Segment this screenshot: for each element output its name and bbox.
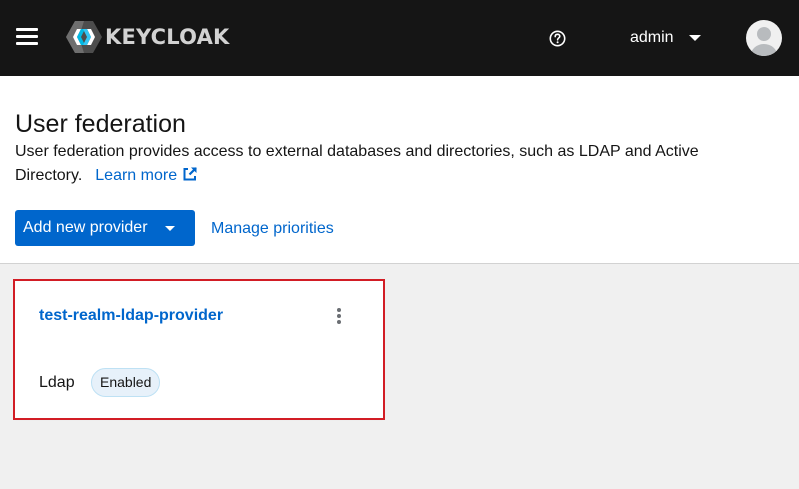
keycloak-logo[interactable]: KEYCLOAK bbox=[66, 20, 230, 54]
page-header: User federation User federation provides… bbox=[0, 76, 799, 264]
user-name: admin bbox=[630, 29, 674, 46]
help-icon[interactable] bbox=[549, 30, 566, 47]
external-link-icon bbox=[183, 167, 197, 181]
kebab-menu-icon[interactable] bbox=[331, 306, 347, 326]
user-dropdown-toggle[interactable]: admin bbox=[630, 28, 701, 48]
hamburger-menu-icon[interactable] bbox=[14, 24, 40, 50]
brand-name: KEYCLOAK bbox=[105, 25, 230, 49]
keycloak-logo-icon bbox=[66, 21, 102, 53]
manage-priorities-link[interactable]: Manage priorities bbox=[211, 220, 334, 238]
page-description: User federation provides access to exter… bbox=[15, 140, 715, 188]
add-new-provider-button[interactable]: Add new provider bbox=[15, 210, 195, 246]
learn-more-label: Learn more bbox=[95, 167, 178, 184]
avatar-icon[interactable] bbox=[746, 20, 782, 56]
status-badge: Enabled bbox=[91, 368, 161, 397]
learn-more-link[interactable]: Learn more bbox=[95, 167, 198, 184]
provider-name-link[interactable]: test-realm-ldap-provider bbox=[39, 307, 223, 325]
caret-down-icon bbox=[688, 35, 701, 41]
add-new-provider-label: Add new provider bbox=[23, 219, 148, 236]
page-title: User federation bbox=[15, 110, 186, 138]
masthead: KEYCLOAK admin bbox=[0, 0, 799, 76]
caret-down-icon bbox=[165, 226, 175, 231]
provider-type: Ldap bbox=[39, 374, 75, 391]
provider-card: test-realm-ldap-provider Ldap Enabled bbox=[15, 281, 383, 418]
